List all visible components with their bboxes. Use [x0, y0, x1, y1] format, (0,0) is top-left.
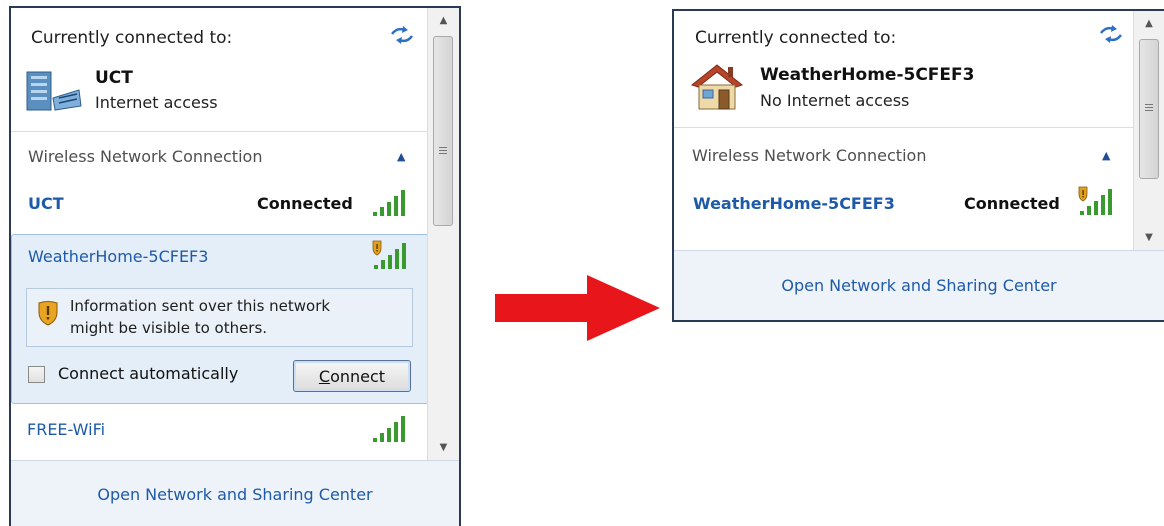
network-flyout-after: Currently connected to: WeatherHome-5CFE…: [672, 9, 1164, 322]
network-flyout-before: Currently connected to: UCT Internet acc…: [9, 6, 461, 526]
collapse-section-icon[interactable]: ▲: [397, 150, 405, 163]
network-row-uct[interactable]: UCT Connected: [11, 180, 429, 230]
warning-line-1: Information sent over this network: [70, 297, 331, 315]
scroll-up-icon[interactable]: ▲: [1134, 11, 1164, 37]
collapse-section-icon[interactable]: ▲: [1102, 149, 1110, 162]
network-name: WeatherHome-5CFEF3: [28, 247, 209, 266]
scroll-down-icon[interactable]: ▼: [428, 435, 459, 461]
network-building-icon: [26, 71, 82, 111]
connect-label: onnect: [330, 366, 386, 386]
network-name: FREE-WiFi: [27, 420, 106, 439]
house-icon: [690, 64, 744, 110]
flyout-footer: Open Network and Sharing Center: [674, 250, 1164, 320]
network-row-free-wifi[interactable]: FREE-WiFi: [11, 406, 429, 450]
wireless-section-title: Wireless Network Connection: [692, 146, 927, 165]
security-warning-text: Information sent over this network might…: [70, 295, 410, 339]
warning-line-2: might be visible to others.: [70, 319, 268, 337]
current-connection-name: WeatherHome-5CFEF3: [760, 65, 975, 85]
flyout-footer: Open Network and Sharing Center: [11, 460, 459, 526]
network-row-weatherhome-expanded[interactable]: WeatherHome-5CFEF3 Information sent over…: [11, 234, 429, 404]
scroll-up-icon[interactable]: ▲: [428, 8, 459, 34]
refresh-icon[interactable]: [389, 25, 415, 45]
unsecured-signal-icon: [1078, 186, 1112, 215]
scrollbar-grip-icon: [1145, 104, 1153, 111]
flyout-content: Currently connected to: UCT Internet acc…: [11, 8, 429, 526]
connect-button[interactable]: Connect: [293, 360, 411, 392]
scroll-down-icon[interactable]: ▼: [1134, 225, 1164, 251]
open-network-sharing-center-link[interactable]: Open Network and Sharing Center: [781, 276, 1056, 295]
scrollbar-thumb[interactable]: [1139, 39, 1159, 179]
vertical-scrollbar[interactable]: ▲ ▼: [1133, 11, 1164, 251]
connect-automatically-checkbox[interactable]: [28, 366, 45, 383]
signal-strength-icon: [373, 190, 405, 216]
wireless-section-title: Wireless Network Connection: [28, 147, 263, 166]
connect-accelerator: C: [318, 366, 331, 386]
network-state: Connected: [964, 194, 1060, 213]
network-name: UCT: [28, 194, 64, 213]
transition-arrow-icon: [495, 275, 660, 341]
currently-connected-heading: Currently connected to:: [695, 28, 897, 48]
scrollbar-grip-icon: [439, 147, 447, 154]
current-connection-name: UCT: [95, 68, 133, 88]
shield-warning-icon: [38, 301, 58, 326]
currently-connected-heading: Currently connected to:: [31, 28, 233, 48]
network-state: Connected: [257, 194, 353, 213]
open-network-sharing-center-link[interactable]: Open Network and Sharing Center: [97, 485, 372, 504]
current-connection-status: Internet access: [95, 93, 218, 112]
network-row-weatherhome[interactable]: WeatherHome-5CFEF3 Connected: [674, 179, 1133, 229]
scrollbar-thumb[interactable]: [433, 36, 453, 226]
refresh-icon[interactable]: [1098, 24, 1124, 44]
current-connection-status: No Internet access: [760, 91, 910, 110]
signal-strength-icon: [373, 416, 405, 442]
connect-automatically-label: Connect automatically: [58, 364, 239, 383]
unsecured-signal-icon: [372, 240, 406, 269]
vertical-scrollbar[interactable]: ▲ ▼: [427, 8, 459, 461]
security-warning-box: Information sent over this network might…: [26, 288, 413, 347]
divider: [674, 127, 1133, 128]
divider: [11, 131, 429, 132]
network-name: WeatherHome-5CFEF3: [693, 194, 895, 213]
